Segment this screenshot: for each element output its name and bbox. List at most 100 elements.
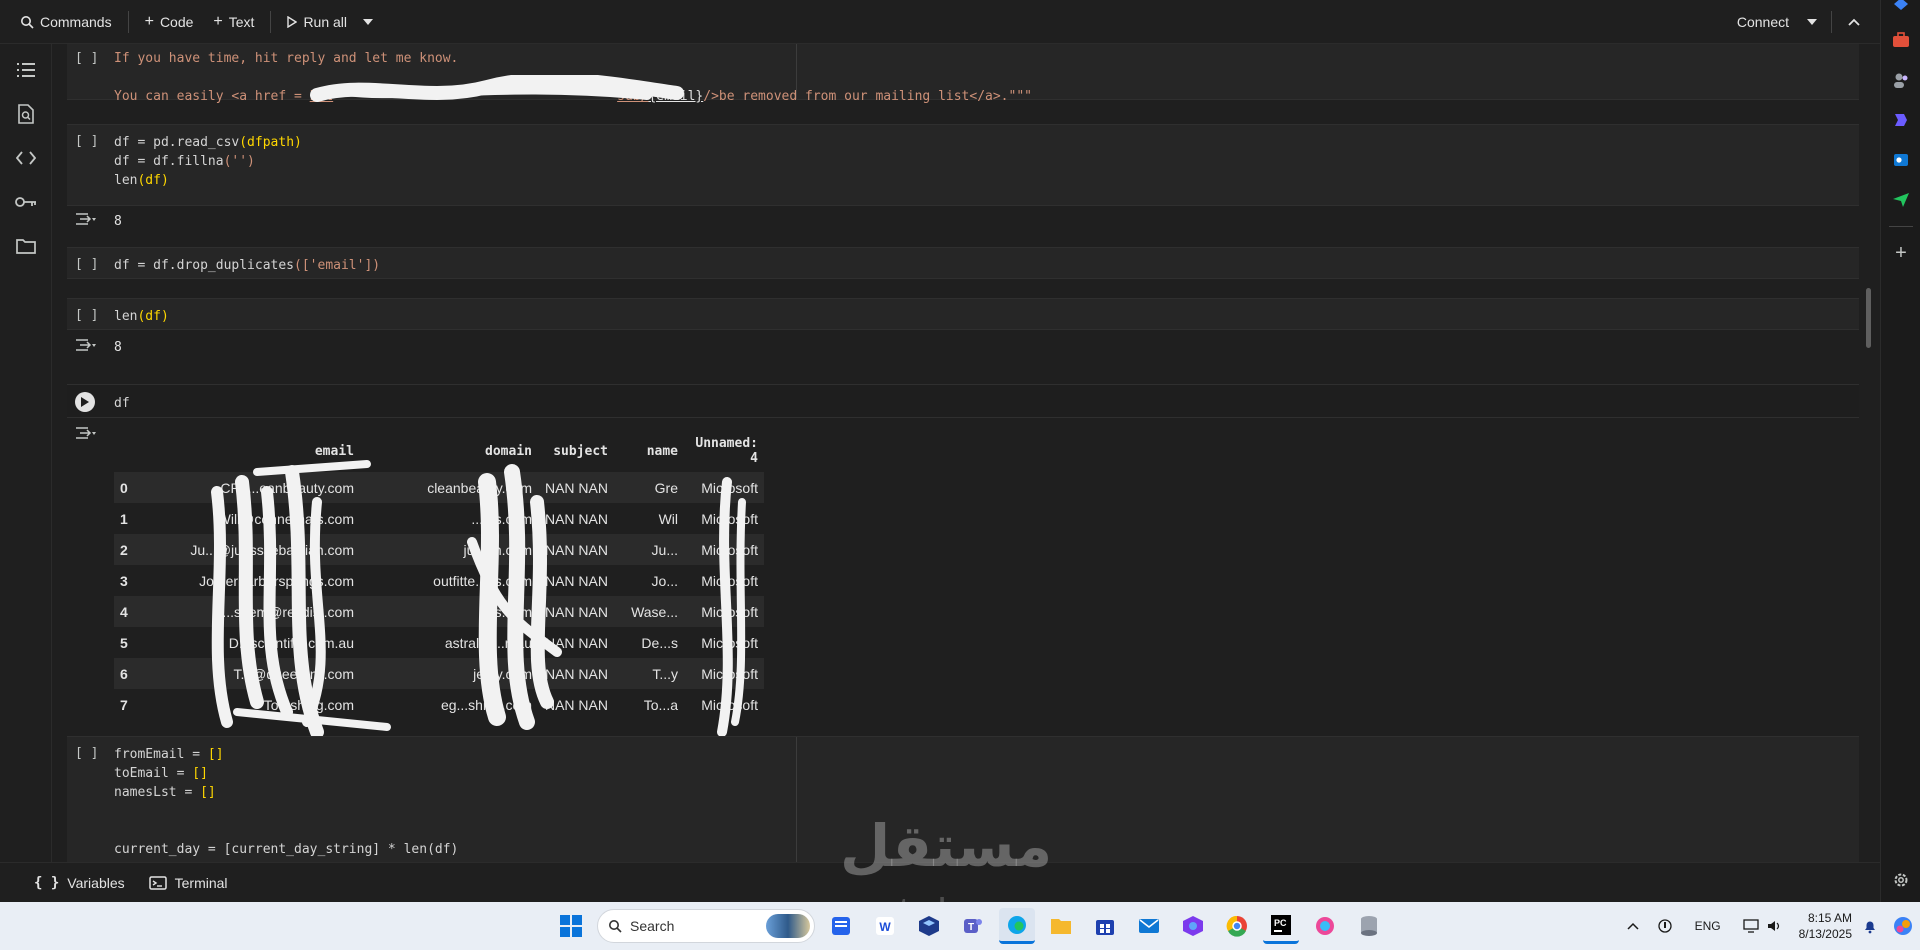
send-icon[interactable] [1881, 180, 1920, 220]
output-toggle-icon[interactable] [75, 336, 97, 354]
table-cell: NAN NAN [538, 596, 614, 627]
taskbar-app-mail[interactable] [1131, 908, 1167, 944]
connect-label: Connect [1736, 13, 1789, 30]
code-text: len [114, 173, 138, 188]
table-row: 0 CRk...eanbeauty.com cleanbeauty.com NAN N… [114, 472, 764, 503]
row-index-cell: 6 [114, 658, 140, 689]
extension-icon[interactable] [1881, 0, 1920, 10]
taskbar-app-teams[interactable]: T [955, 908, 991, 944]
table-cell: NAN NAN [538, 658, 614, 689]
taskbar-app-explorer[interactable] [1043, 908, 1079, 944]
add-code-label: Code [159, 13, 194, 30]
cell-output: 8 [67, 208, 1859, 238]
taskbar-app-virtualbox[interactable] [911, 908, 947, 944]
code-line: df = pd.read_csv(dfpath) [114, 133, 302, 152]
execution-count: [ ] [75, 51, 99, 66]
code-cell[interactable]: [ ] If you have time, hit reply and let … [67, 44, 1859, 104]
chevron-up-icon [1848, 18, 1860, 26]
run-cell-button[interactable] [75, 392, 95, 412]
table-cell: NAN NAN [538, 503, 614, 534]
table-cell: NAN NAN [538, 534, 614, 565]
code-cell[interactable]: [ ] df = df.drop_duplicates(['email']) [67, 247, 1859, 279]
add-text-button[interactable]: + Text [203, 7, 264, 37]
output-toggle-icon[interactable] [75, 210, 97, 228]
table-cell: je...y.com [360, 658, 538, 689]
collapse-toolbar-button[interactable] [1838, 7, 1870, 37]
taskbar-app-word[interactable]: W [867, 908, 903, 944]
volume-icon[interactable] [1767, 919, 1783, 933]
code-text: />be removed from our mailing list</a>."… [703, 89, 1032, 104]
code-cell[interactable]: [ ] df = pd.read_csv(dfpath) df = df.fil… [67, 124, 1859, 206]
code-text: df = pd.read_csv [114, 135, 240, 150]
code-cell[interactable]: [ ] len(df) [67, 298, 1859, 330]
column-header: name [646, 443, 678, 459]
taskbar-app-copilot[interactable] [1175, 908, 1211, 944]
connect-button[interactable]: Connect [1727, 7, 1799, 37]
notebook-scrollbar[interactable] [1866, 288, 1871, 348]
language-indicator[interactable]: ENG [1695, 919, 1721, 933]
output-toggle-icon[interactable] [75, 424, 97, 442]
clock[interactable]: 8:15 AM 8/13/2025 [1799, 910, 1852, 942]
key-icon [15, 197, 36, 207]
document-search-icon [18, 104, 34, 124]
display-icon[interactable] [1742, 919, 1759, 933]
run-all-button[interactable]: Run all [277, 7, 357, 37]
files-button[interactable] [0, 224, 52, 268]
table-cell: astralsc...n.au [360, 627, 538, 658]
find-replace-button[interactable] [0, 92, 52, 136]
output-text: 8 [114, 340, 122, 355]
code-line: current_day = [current_day_string] * len… [114, 842, 459, 857]
terminal-button[interactable]: Terminal [148, 875, 228, 891]
notification-bell-icon[interactable] [1862, 918, 1878, 934]
table-header-row: email domain subject name Unnamed: 4 [114, 432, 764, 472]
table-cell: eg...shing.com [360, 689, 538, 720]
code-text: df = df.drop_duplicates [114, 258, 295, 273]
taskbar-app-chrome[interactable] [1219, 908, 1255, 944]
taskbar-app-database[interactable] [1351, 908, 1387, 944]
code-link: sub/ [617, 89, 649, 104]
plus-icon: + [144, 12, 154, 30]
commands-button[interactable]: Commands [10, 7, 122, 37]
list-icon [17, 63, 35, 77]
taskbar-app-edge[interactable] [999, 908, 1035, 944]
toolbox-icon[interactable] [1881, 20, 1920, 60]
taskbar-app-widgets[interactable] [823, 908, 859, 944]
taskbar-app-design[interactable] [1307, 908, 1343, 944]
toolbar-divider [127, 10, 129, 33]
braces-icon: { } [34, 874, 60, 891]
code-text: ('') [223, 154, 255, 169]
people-icon[interactable] [1881, 60, 1920, 100]
copilot-icon[interactable] [1881, 100, 1920, 140]
table-cell: ju...an.com [360, 534, 538, 565]
code-line: fromEmail = [] [114, 745, 224, 764]
table-cell: Microsoft [684, 472, 764, 503]
table-row: 2 Ju...@juesssebastian.com ju...an.com NAN … [114, 534, 764, 565]
table-row: 1 Will@connerhats.com ...ats.com NAN NAN Wil… [114, 503, 764, 534]
code-snippets-button[interactable] [0, 136, 52, 180]
network-shield-icon[interactable] [1657, 918, 1673, 934]
outlook-icon[interactable] [1881, 140, 1920, 180]
add-code-button[interactable]: + Code [135, 7, 204, 37]
taskbar-app-pycharm[interactable]: PC [1263, 908, 1299, 944]
chevron-up-icon[interactable] [1627, 922, 1639, 930]
svg-text:W: W [879, 920, 891, 934]
table-cell: ...ats.com [360, 503, 538, 534]
code-line: len(df) [114, 171, 169, 190]
taskbar-search[interactable]: Search [597, 909, 815, 943]
run-all-dropdown[interactable] [357, 7, 379, 37]
add-sidebar-app-button[interactable]: + [1881, 233, 1920, 273]
code-cell[interactable]: df [67, 384, 1859, 418]
settings-button[interactable] [1881, 860, 1920, 900]
start-button[interactable] [553, 908, 589, 944]
taskbar-app-store[interactable] [1087, 908, 1123, 944]
connect-dropdown[interactable] [1799, 7, 1825, 37]
variables-button[interactable]: { } Variables [34, 875, 125, 891]
add-text-label: Text [228, 13, 255, 30]
editor-ruler [796, 737, 797, 862]
table-row: 5 D...scientific.com.au astralsc...n.au NAN… [114, 627, 764, 658]
secrets-button[interactable] [0, 180, 52, 224]
table-of-contents-button[interactable] [0, 48, 52, 92]
copilot-tray-icon[interactable] [1892, 915, 1914, 937]
code-text: df = df.fillna [114, 154, 224, 169]
code-line: If you have time, hit reply and let me k… [114, 51, 459, 66]
